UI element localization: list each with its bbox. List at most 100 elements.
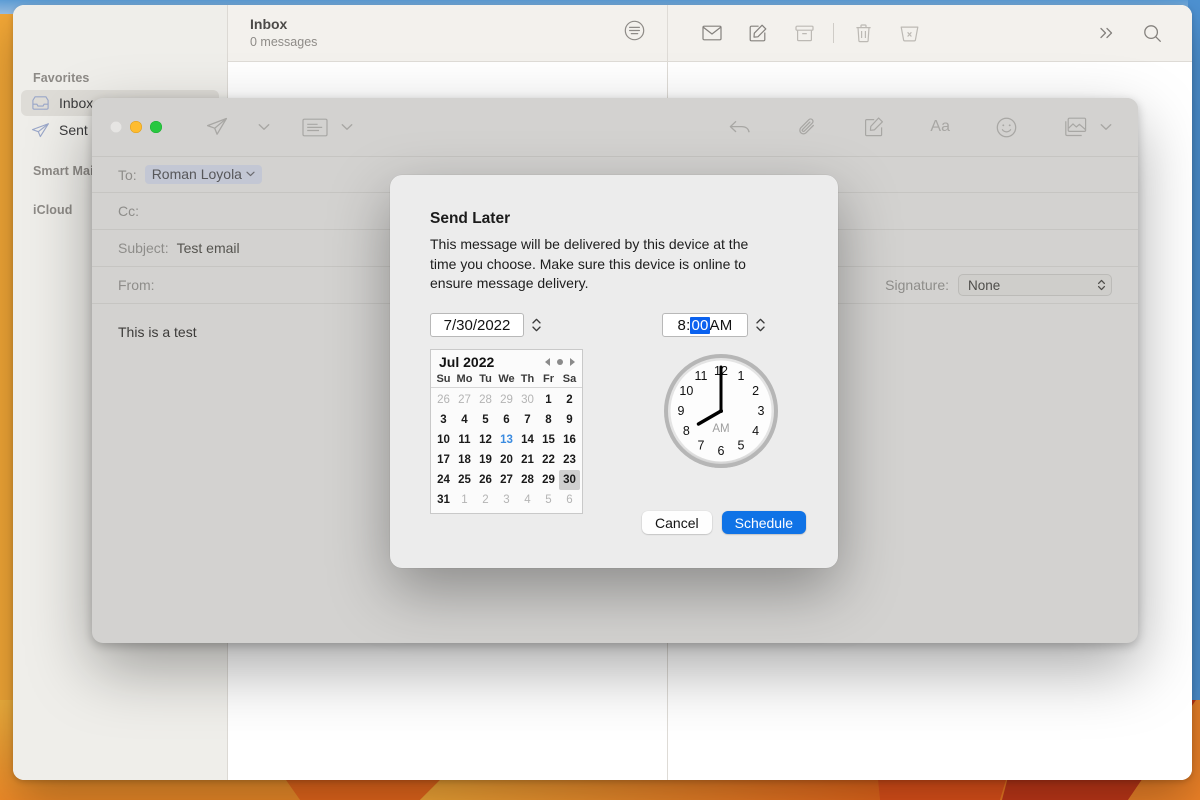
- markup-icon[interactable]: [860, 111, 888, 143]
- calendar-day[interactable]: 26: [475, 470, 496, 490]
- calendar-day[interactable]: 27: [454, 390, 475, 410]
- calendar-dow-we: We: [498, 373, 515, 386]
- calendar-day[interactable]: 3: [433, 410, 454, 430]
- recipient-token[interactable]: Roman Loyola: [144, 165, 262, 184]
- delete-button[interactable]: [841, 16, 885, 50]
- send-options-chevron-down-icon[interactable]: [254, 111, 274, 143]
- junk-button[interactable]: [887, 16, 931, 50]
- window-traffic-lights: [110, 121, 162, 133]
- calendar-day[interactable]: 8: [538, 410, 559, 430]
- sort-filter-icon[interactable]: [624, 20, 645, 46]
- calendar-day[interactable]: 4: [517, 490, 538, 510]
- schedule-button[interactable]: Schedule: [721, 511, 806, 534]
- calendar-day[interactable]: 4: [454, 410, 475, 430]
- triangle-right-icon[interactable]: [570, 358, 575, 367]
- calendar-day[interactable]: 15: [538, 430, 559, 450]
- calendar-nav: [545, 358, 575, 367]
- calendar-day[interactable]: 30: [559, 470, 580, 491]
- photo-browser-icon[interactable]: [1059, 111, 1091, 143]
- search-icon[interactable]: [1130, 16, 1174, 50]
- calendar-day[interactable]: 1: [538, 390, 559, 410]
- calendar-day[interactable]: 6: [496, 410, 517, 430]
- clock-numeral: 3: [758, 404, 765, 418]
- calendar-day[interactable]: 28: [475, 390, 496, 410]
- undo-arrow-icon[interactable]: [724, 111, 756, 143]
- subject-label: Subject:: [118, 240, 169, 256]
- paperclip-icon[interactable]: [794, 111, 822, 143]
- clock-period-label: AM: [712, 423, 729, 435]
- calendar-day[interactable]: 12: [475, 430, 496, 450]
- calendar-day[interactable]: 29: [496, 390, 517, 410]
- calendar-day[interactable]: 2: [475, 490, 496, 510]
- cancel-button[interactable]: Cancel: [642, 511, 712, 534]
- emoji-smiley-icon[interactable]: [992, 111, 1021, 143]
- calendar-day[interactable]: 10: [433, 430, 454, 450]
- calendar-day[interactable]: 11: [454, 430, 475, 450]
- get-mail-button[interactable]: [690, 16, 734, 50]
- calendar-header: Jul 2022: [431, 350, 582, 372]
- calendar-day[interactable]: 5: [538, 490, 559, 510]
- calendar-day[interactable]: 2: [559, 390, 580, 410]
- calendar-day[interactable]: 20: [496, 450, 517, 470]
- time-minutes[interactable]: 00: [690, 316, 710, 334]
- calendar-day[interactable]: 6: [559, 490, 580, 510]
- clock-numeral: 5: [738, 439, 745, 453]
- stationery-chevron-down-icon[interactable]: [337, 111, 357, 143]
- calendar-day[interactable]: 27: [496, 470, 517, 490]
- calendar-day[interactable]: 5: [475, 410, 496, 430]
- more-toolbar-button[interactable]: [1084, 16, 1128, 50]
- photos-chevron-down-icon[interactable]: [1096, 111, 1116, 143]
- recipient-name: Roman Loyola: [151, 166, 242, 182]
- calendar-day[interactable]: 19: [475, 450, 496, 470]
- date-stepper[interactable]: [530, 314, 543, 337]
- clock-numeral: 4: [752, 424, 759, 438]
- calendar-day[interactable]: 22: [538, 450, 559, 470]
- clock-numeral: 8: [683, 424, 690, 438]
- clock-numeral: 2: [752, 384, 759, 398]
- calendar-day[interactable]: 3: [496, 490, 517, 510]
- stationery-icon[interactable]: [298, 111, 332, 143]
- analog-clock-picker[interactable]: 121234567891011 AM: [662, 352, 780, 470]
- sidebar-item-sent-label: Sent: [59, 122, 88, 138]
- clock-numeral: 9: [678, 404, 685, 418]
- triangle-left-icon[interactable]: [545, 358, 550, 367]
- archive-button[interactable]: [782, 16, 826, 50]
- zoom-button[interactable]: [150, 121, 162, 133]
- calendar-day[interactable]: 30: [517, 390, 538, 410]
- calendar-day[interactable]: 13: [496, 430, 517, 450]
- mailbox-title: Inbox: [250, 16, 288, 33]
- calendar-day[interactable]: 7: [517, 410, 538, 430]
- calendar-day[interactable]: 1: [454, 490, 475, 510]
- sidebar-item-inbox-label: Inbox: [59, 95, 94, 111]
- date-input[interactable]: 7/30/2022: [430, 313, 524, 338]
- calendar-day[interactable]: 23: [559, 450, 580, 470]
- calendar-picker[interactable]: Jul 2022 Su Mo Tu We Th Fr Sa 26 27 28 29 30 1 2 3 4 5 6…: [430, 349, 583, 515]
- send-arrow-icon[interactable]: [202, 111, 232, 143]
- signature-value: None: [968, 277, 1001, 293]
- compose-button[interactable]: [736, 16, 780, 50]
- signature-select[interactable]: None: [958, 274, 1112, 296]
- calendar-dow-th: Th: [520, 373, 535, 386]
- calendar-day[interactable]: 21: [517, 450, 538, 470]
- dialog-button-row: Cancel Schedule: [642, 511, 806, 534]
- close-button[interactable]: [110, 121, 122, 133]
- calendar-day[interactable]: 31: [433, 490, 454, 510]
- calendar-day[interactable]: 26: [433, 390, 454, 410]
- calendar-day[interactable]: 9: [559, 410, 580, 430]
- calendar-day[interactable]: 29: [538, 470, 559, 490]
- calendar-grid: 26 27 28 29 30 1 2 3 4 5 6 7 8 9 10 11 12 13 14 15 16 17 18 19 2…: [431, 388, 582, 513]
- from-label: From:: [118, 277, 155, 293]
- calendar-day[interactable]: 28: [517, 470, 538, 490]
- dot-icon[interactable]: [557, 359, 563, 366]
- time-input[interactable]: 8:00 AM: [662, 313, 748, 338]
- calendar-day[interactable]: 18: [454, 450, 475, 470]
- aa-format-icon[interactable]: Aa: [926, 111, 954, 143]
- calendar-day[interactable]: 14: [517, 430, 538, 450]
- calendar-day[interactable]: 24: [433, 470, 454, 490]
- time-stepper[interactable]: [754, 314, 767, 337]
- calendar-day[interactable]: 17: [433, 450, 454, 470]
- calendar-day[interactable]: 16: [559, 430, 580, 450]
- clock-numeral: 11: [695, 369, 708, 383]
- calendar-day[interactable]: 25: [454, 470, 475, 490]
- minimize-button[interactable]: [130, 121, 142, 133]
